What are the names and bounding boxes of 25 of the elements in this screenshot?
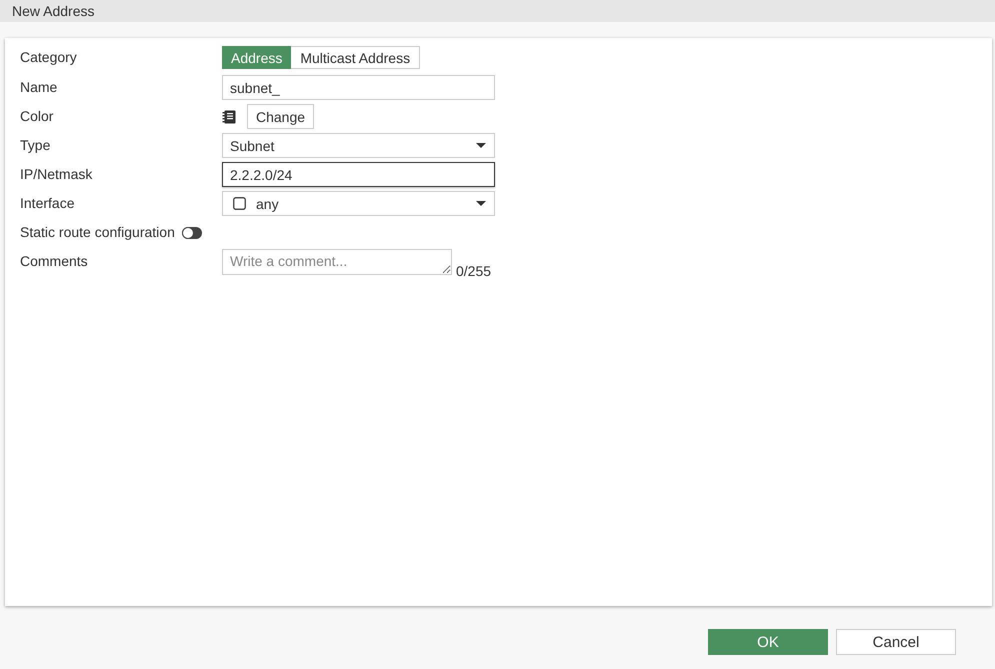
field-label: IP/Netmask [20, 165, 94, 184]
field-label: Type [20, 136, 52, 155]
select-field[interactable]: Subnet [222, 133, 495, 158]
field-label: Name [20, 78, 58, 97]
character-counter: 0/255 [456, 263, 492, 280]
field-label: Comments [20, 252, 89, 271]
category-tab[interactable]: Multicast Address [291, 46, 420, 69]
comment-field[interactable]: Write a comment... [222, 249, 452, 275]
field-label: Interface [20, 194, 76, 213]
category-tab[interactable]: Address [222, 46, 292, 69]
select-field[interactable]: any [222, 191, 495, 216]
field-label: Static route configuration [20, 223, 175, 242]
change-button[interactable]: Change [247, 104, 314, 129]
caret-icon [476, 143, 486, 148]
ok-button[interactable]: OK [708, 629, 828, 655]
window-title: New Address [12, 3, 94, 19]
notebook-icon[interactable] [222, 110, 236, 124]
toggle-switch[interactable] [182, 226, 202, 238]
text-field[interactable]: subnet_ [222, 75, 495, 100]
cancel-button[interactable]: Cancel [836, 629, 956, 655]
text-field[interactable]: 2.2.2.0/24 [222, 162, 495, 187]
caret-icon [476, 201, 486, 206]
field-label: Color [20, 107, 54, 126]
square-icon [233, 197, 246, 210]
field-label: Category [20, 48, 78, 67]
